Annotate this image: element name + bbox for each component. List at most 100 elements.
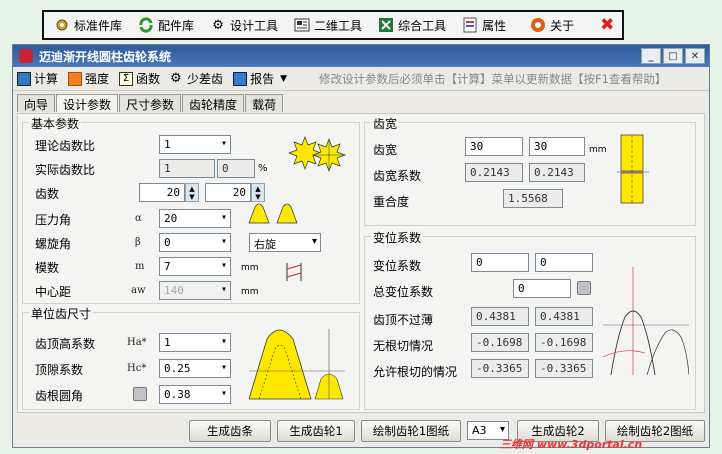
gear-icon: ⚙ [212, 17, 224, 33]
shift2-input[interactable]: 0 [535, 253, 593, 272]
chevron-down-icon: ▼ [280, 73, 287, 84]
theory-ratio-select[interactable]: 1 [159, 135, 231, 154]
menu-bar: 计算 强度 Σ 函数 ⚙ 少差齿 报告 ▼ 修改设计参数后必须单击【计算】菜单以… [13, 67, 709, 91]
pressure-angle-select[interactable]: 20 [159, 209, 231, 228]
face-coef1-field: 0.2143 [465, 163, 523, 182]
function-menu[interactable]: Σ 函数 [119, 70, 160, 87]
tip-thickness-label: 齿顶不过薄 [373, 313, 434, 327]
theory-ratio-label: 理论齿数比 [35, 139, 96, 153]
general-tools-button[interactable]: 综合工具 [378, 17, 446, 34]
no-undercut-label: 无根切情况 [373, 339, 434, 353]
maximize-button[interactable]: □ [663, 48, 683, 64]
helix-direction-select[interactable]: 右旋 [249, 233, 321, 252]
strength-menu[interactable]: 强度 [68, 70, 109, 87]
shift-coef-title: 变位系数 [371, 229, 424, 246]
calc-menu[interactable]: 计算 [17, 70, 58, 87]
teeth1-stepper[interactable]: ▲ ▼ [185, 183, 199, 202]
generate-rack-button[interactable]: 生成齿条 [189, 420, 271, 442]
accessories-button[interactable]: 配件库 [138, 17, 194, 34]
allow-undercut-label: 允许根切的情况 [373, 365, 458, 379]
sigma-icon: Σ [119, 71, 134, 86]
face-width2-input[interactable]: 30 [529, 137, 585, 156]
close-icon[interactable]: ✖ [600, 15, 614, 35]
basic-params-title: 基本参数 [29, 115, 82, 132]
tab-gear-accuracy[interactable]: 齿轮精度 [182, 94, 245, 112]
fillet-label: 齿根圆角 [35, 389, 84, 403]
top-toolbar: 标准件库 配件库 ⚙ 设计工具 二维工具 综合工具 属性 关于 ✖ [42, 10, 624, 40]
recycle-icon [138, 17, 154, 33]
draw-gear1-button[interactable]: 绘制齿轮1图纸 [361, 420, 461, 442]
beta-symbol: β [135, 237, 141, 248]
actual-ratio-field: 1 [159, 159, 215, 178]
allow1-field: -0.3365 [471, 359, 529, 378]
shift-coef-group: 变位系数 变位系数 0 0 总变位系数 0 齿顶不过薄 0.4381 0.438… [364, 229, 696, 410]
about-button[interactable]: 关于 [530, 17, 574, 34]
teeth-label: 齿数 [35, 187, 60, 201]
window-title: 迈迪渐开线圆柱齿轮系统 [39, 49, 172, 64]
about-icon [530, 17, 546, 33]
module-unit: mm [241, 263, 259, 273]
overlap-field: 1.5568 [503, 189, 563, 208]
window-close-button[interactable]: ✕ [685, 48, 705, 64]
design-params-panel: 基本参数 理论齿数比 1 实际齿数比 1 0 % 齿数 20 ▲▼ 20 ▲▼ … [17, 113, 705, 413]
tab-wizard[interactable]: 向导 [17, 94, 56, 112]
report-menu[interactable]: 报告 ▼ [233, 70, 287, 87]
gear-system-window: 迈迪渐开线圆柱齿轮系统 _ □ ✕ 计算 强度 Σ 函数 ⚙ 少差齿 报告 ▼ … [12, 44, 710, 448]
fillet-checkbox[interactable] [133, 387, 147, 401]
shift-profile-illustration [603, 267, 689, 376]
alpha-symbol: α [135, 213, 142, 224]
tab-design-params[interactable]: 设计参数 [56, 94, 119, 112]
properties-icon [462, 17, 478, 33]
few-teeth-menu[interactable]: ⚙ 少差齿 [170, 70, 223, 87]
title-bar: 迈迪渐开线圆柱齿轮系统 _ □ ✕ [13, 45, 709, 67]
calculator-icon [17, 71, 31, 86]
addendum-label: 齿顶高系数 [35, 337, 96, 351]
actual-ratio-label: 实际齿数比 [35, 163, 96, 177]
module-label: 模数 [35, 261, 60, 275]
properties-button[interactable]: 属性 [462, 17, 506, 34]
face-coef-label: 齿宽系数 [373, 169, 422, 183]
face-width-illustration [617, 134, 649, 204]
undercut1-field: -0.1698 [471, 333, 529, 352]
center-distance-unit: mm [241, 287, 259, 297]
total-shift-label: 总变位系数 [373, 285, 434, 299]
fillet-select[interactable]: 0.38 [159, 385, 231, 404]
clearance-select[interactable]: 0.25 [159, 359, 231, 378]
allow2-field: -0.3365 [535, 359, 593, 378]
helix-symbol-illustration [286, 263, 302, 281]
module-select[interactable]: 7 [159, 257, 231, 276]
basic-params-group: 基本参数 理论齿数比 1 实际齿数比 1 0 % 齿数 20 ▲▼ 20 ▲▼ … [22, 115, 360, 304]
unit-tooth-title: 单位齿尺寸 [29, 305, 94, 322]
design-tools-button[interactable]: ⚙ 设计工具 [210, 17, 278, 34]
percent-label: % [258, 163, 268, 174]
2d-tools-button[interactable]: 二维工具 [294, 17, 362, 34]
total-shift-input[interactable]: 0 [513, 279, 571, 298]
addendum-select[interactable]: 1 [159, 333, 231, 352]
standard-parts-button[interactable]: 标准件库 [54, 17, 122, 34]
total-shift-button[interactable] [577, 281, 591, 295]
module-symbol: m [135, 261, 145, 272]
actual-ratio-deviation-field: 0 [217, 159, 255, 178]
spreadsheet-icon [378, 17, 394, 33]
teeth2-input[interactable]: 20 [205, 183, 251, 202]
tab-load[interactable]: 载荷 [245, 94, 284, 112]
teeth1-input[interactable]: 20 [139, 183, 185, 202]
report-icon [233, 71, 248, 86]
helix-angle-select[interactable]: 0 [159, 233, 231, 252]
teeth2-stepper[interactable]: ▲ ▼ [251, 183, 265, 202]
tooth-profile-illustration [248, 203, 298, 224]
aw-symbol: aw [131, 285, 146, 296]
overlap-label: 重合度 [373, 195, 410, 209]
center-distance-select[interactable]: 140 [159, 281, 231, 300]
minimize-button[interactable]: _ [641, 48, 661, 64]
generate-gear1-button[interactable]: 生成齿轮1 [277, 420, 355, 442]
gear-cluster-icon [54, 17, 70, 33]
drawing-board-icon [294, 17, 310, 33]
tab-bar: 向导 设计参数 尺寸参数 齿轮精度 载荷 [13, 94, 709, 112]
face-width-group: 齿宽 齿宽 30 30 mm 齿宽系数 0.2143 0.2143 重合度 1.… [364, 115, 696, 226]
face-width-unit: mm [589, 145, 607, 155]
face-width1-input[interactable]: 30 [465, 137, 523, 156]
shift-label: 变位系数 [373, 259, 422, 273]
tab-dimension-params[interactable]: 尺寸参数 [119, 94, 182, 112]
shift1-input[interactable]: 0 [471, 253, 529, 272]
